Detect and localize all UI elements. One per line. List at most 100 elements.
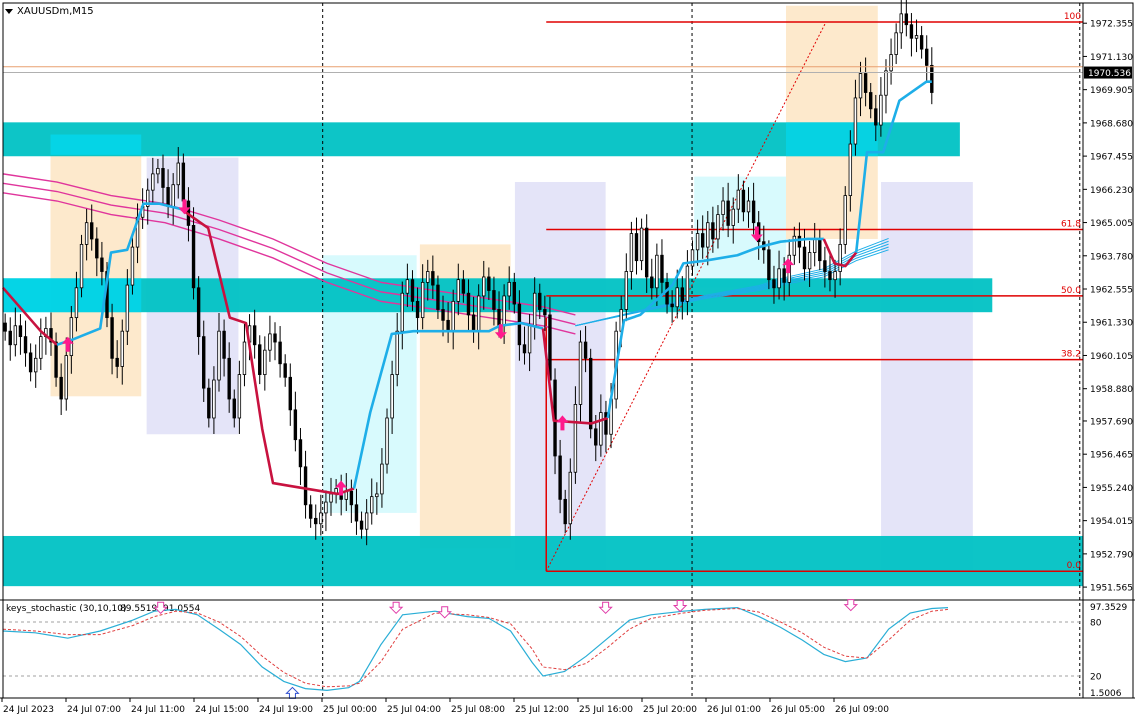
time-tick-label: 25 Jul 20:00 bbox=[643, 705, 697, 715]
candle-body bbox=[746, 200, 751, 213]
time-tick-label: 25 Jul 00:00 bbox=[323, 705, 377, 715]
price-tick-label: 1969.905 bbox=[1090, 86, 1133, 96]
candle-body bbox=[380, 463, 384, 495]
time-tick-label: 25 Jul 04:00 bbox=[387, 705, 441, 715]
price-tick-label: 1972.355 bbox=[1090, 20, 1133, 30]
candle-body bbox=[848, 143, 853, 196]
candle-body bbox=[191, 225, 196, 289]
fib-level-label: 61.8 bbox=[1061, 219, 1081, 229]
candle-body bbox=[889, 54, 893, 72]
candle-body bbox=[660, 254, 664, 283]
candle-body bbox=[319, 512, 323, 525]
candle-body bbox=[843, 195, 847, 245]
candle-body bbox=[487, 276, 491, 291]
candle-body bbox=[283, 363, 287, 378]
candle-body bbox=[650, 276, 654, 289]
candle-body bbox=[202, 336, 206, 389]
candle-body bbox=[436, 284, 440, 310]
candle-body bbox=[685, 265, 690, 302]
price-tick-label: 1954.015 bbox=[1090, 517, 1133, 527]
candle-body bbox=[731, 208, 735, 226]
candle-body bbox=[95, 238, 99, 259]
zone-highlight bbox=[50, 134, 142, 155]
session-box-orange bbox=[786, 5, 878, 239]
candle-body bbox=[431, 271, 435, 286]
time-tick-label: 24 Jul 19:00 bbox=[259, 705, 313, 715]
candle-body bbox=[232, 398, 236, 419]
candle-body bbox=[930, 64, 934, 93]
candle-body bbox=[700, 233, 705, 248]
candle-body bbox=[726, 200, 730, 226]
candle-body bbox=[324, 501, 328, 514]
price-tick-label: 1967.455 bbox=[1090, 153, 1133, 163]
candle-body bbox=[461, 279, 466, 294]
zone-box bbox=[3, 535, 1083, 587]
candle-body bbox=[476, 295, 481, 332]
price-tick-label: 1958.880 bbox=[1090, 385, 1133, 395]
candle-body bbox=[828, 271, 832, 281]
candle-body bbox=[874, 108, 878, 126]
candle-body bbox=[492, 290, 496, 310]
candle-body bbox=[181, 162, 186, 202]
candle-body bbox=[420, 281, 425, 319]
candle-body bbox=[629, 233, 634, 272]
candle-body bbox=[527, 325, 532, 354]
candle-body bbox=[171, 184, 175, 207]
zone-highlight bbox=[786, 122, 878, 157]
candle-body bbox=[502, 295, 506, 327]
candle-body bbox=[721, 200, 725, 215]
candle-body bbox=[258, 344, 262, 375]
candle-body bbox=[772, 279, 776, 289]
candle-body bbox=[899, 13, 903, 34]
candle-body bbox=[578, 341, 583, 405]
price-tick-label: 1962.555 bbox=[1090, 286, 1133, 296]
time-tick-label: 25 Jul 16:00 bbox=[579, 705, 633, 715]
candle-body bbox=[823, 260, 827, 272]
chart-window[interactable]: 100 61.8 50.0 38.2 0.0 1972.355 1971.130 1969.… bbox=[0, 0, 1135, 720]
candle-body bbox=[807, 252, 812, 270]
candle-body bbox=[349, 490, 354, 506]
zone-highlight bbox=[3, 278, 142, 313]
candle-body bbox=[833, 271, 837, 281]
indicator-tick-label: 97.3529 bbox=[1090, 603, 1127, 613]
candle-body bbox=[293, 409, 298, 441]
price-tick-label: 1965.005 bbox=[1090, 219, 1133, 229]
fib-level-label: 50.0 bbox=[1061, 286, 1081, 296]
candle-body bbox=[385, 417, 389, 465]
candle-body bbox=[532, 292, 537, 327]
candle-body bbox=[675, 287, 679, 308]
price-tick-label: 1966.230 bbox=[1090, 186, 1133, 196]
price-tick-label: 1955.240 bbox=[1090, 484, 1133, 494]
candle-body bbox=[797, 235, 802, 248]
candle-body bbox=[268, 333, 272, 351]
candle-body bbox=[364, 512, 369, 530]
candle-body bbox=[69, 317, 74, 357]
candle-body bbox=[670, 303, 674, 308]
fib-level-label: 0.0 bbox=[1067, 561, 1082, 571]
candle-body bbox=[54, 341, 58, 378]
candle-body bbox=[375, 493, 379, 498]
candle-body bbox=[639, 227, 644, 262]
candle-body bbox=[441, 309, 445, 321]
candle-body bbox=[573, 404, 578, 473]
candle-body bbox=[13, 325, 18, 346]
time-tick-label: 24 Jul 15:00 bbox=[195, 705, 249, 715]
candle-body bbox=[303, 466, 308, 506]
candle-body bbox=[904, 13, 909, 26]
candle-body bbox=[599, 412, 603, 446]
candle-body bbox=[273, 333, 277, 343]
candle-body bbox=[680, 287, 685, 302]
time-tick-label: 24 Jul 07:00 bbox=[67, 705, 121, 715]
price-chart[interactable]: 100 61.8 50.0 38.2 0.0 1972.355 1971.130 1969.… bbox=[0, 0, 1135, 720]
candle-body bbox=[538, 292, 542, 310]
candle-body bbox=[451, 300, 455, 332]
fib-level-label: 100 bbox=[1064, 12, 1081, 22]
candle-body bbox=[151, 173, 155, 191]
candle-body bbox=[497, 309, 501, 327]
price-tick-label: 1951.565 bbox=[1090, 584, 1133, 594]
candle-body bbox=[869, 92, 873, 110]
candle-body bbox=[568, 471, 573, 525]
candle-body bbox=[34, 357, 38, 373]
candle-body bbox=[370, 496, 374, 514]
candle-body bbox=[28, 352, 33, 373]
